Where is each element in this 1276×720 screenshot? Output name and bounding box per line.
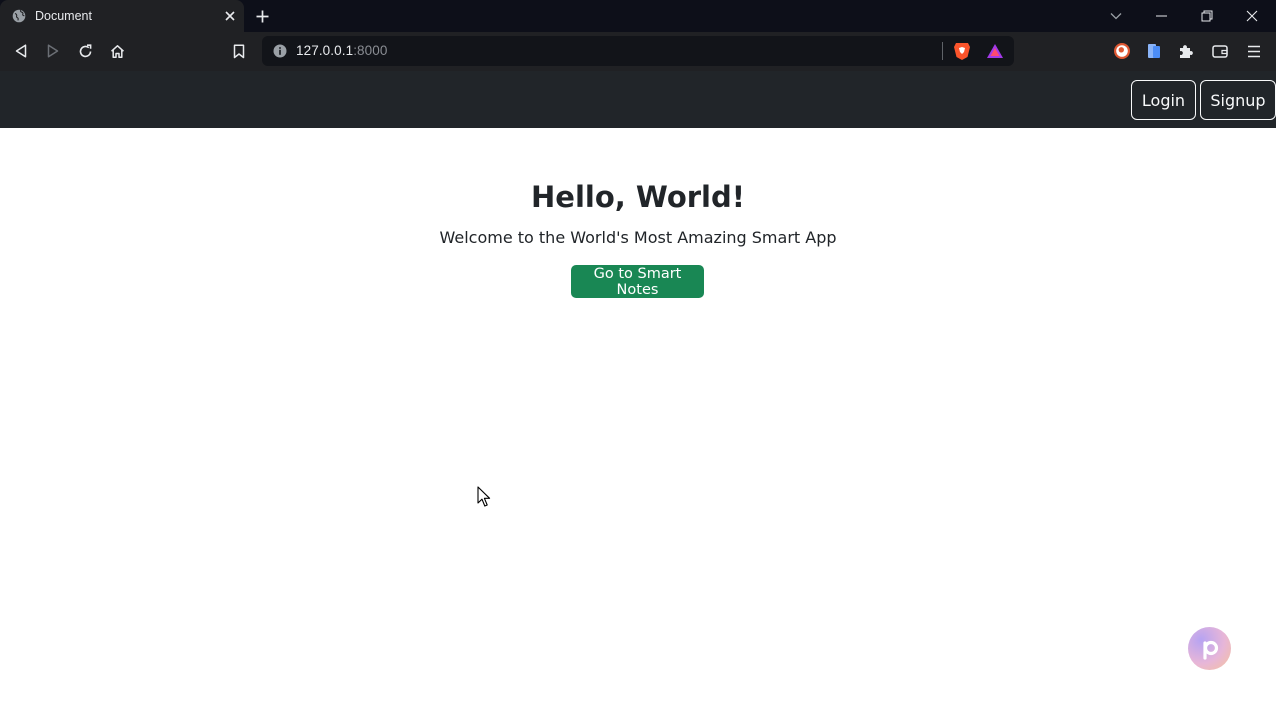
restore-icon[interactable] — [1185, 0, 1229, 32]
browser-tab-active[interactable]: Document — [0, 0, 244, 32]
signup-button[interactable]: Signup — [1200, 80, 1276, 120]
url-host: 127.0.0.1 — [296, 43, 354, 58]
tab-title: Document — [35, 9, 92, 23]
close-icon[interactable] — [1230, 0, 1274, 32]
reader-icon[interactable] — [1140, 38, 1168, 64]
home-icon[interactable] — [103, 38, 131, 64]
site-navbar: Login Signup — [0, 71, 1276, 128]
hero-subtitle: Welcome to the World's Most Amazing Smar… — [439, 228, 837, 247]
duck-icon[interactable] — [1108, 38, 1136, 64]
forward-arrow-icon[interactable] — [39, 38, 67, 64]
hamburger-icon[interactable] — [1240, 38, 1268, 64]
browser-toolbar: 127.0.0.1:8000 — [0, 32, 1276, 71]
info-icon[interactable] — [272, 43, 288, 59]
wallet-icon[interactable] — [1206, 38, 1234, 64]
mouse-cursor-icon — [477, 486, 491, 508]
close-icon[interactable] — [216, 0, 244, 32]
minimize-icon[interactable] — [1139, 0, 1183, 32]
bookmark-icon[interactable] — [225, 38, 253, 64]
url-port: :8000 — [353, 43, 388, 58]
globe-icon — [12, 9, 26, 23]
url-text[interactable]: 127.0.0.1:8000 — [296, 43, 388, 58]
puzzle-icon[interactable] — [1172, 38, 1200, 64]
page-title: Hello, World! — [531, 180, 745, 214]
triangle-icon[interactable] — [985, 41, 1005, 61]
smart-notes-button[interactable]: Go to Smart Notes — [571, 265, 704, 298]
plus-icon[interactable] — [250, 4, 274, 28]
chevron-down-icon[interactable] — [1094, 0, 1138, 32]
browser-tabstrip: Document — [0, 0, 1276, 32]
p-logo-icon[interactable] — [1188, 627, 1231, 670]
address-bar-divider — [942, 42, 943, 60]
login-button[interactable]: Login — [1131, 80, 1196, 120]
address-bar[interactable]: 127.0.0.1:8000 — [262, 36, 1014, 66]
back-arrow-icon[interactable] — [7, 38, 35, 64]
reload-icon[interactable] — [71, 38, 99, 64]
brave-lion-icon[interactable] — [952, 41, 972, 61]
